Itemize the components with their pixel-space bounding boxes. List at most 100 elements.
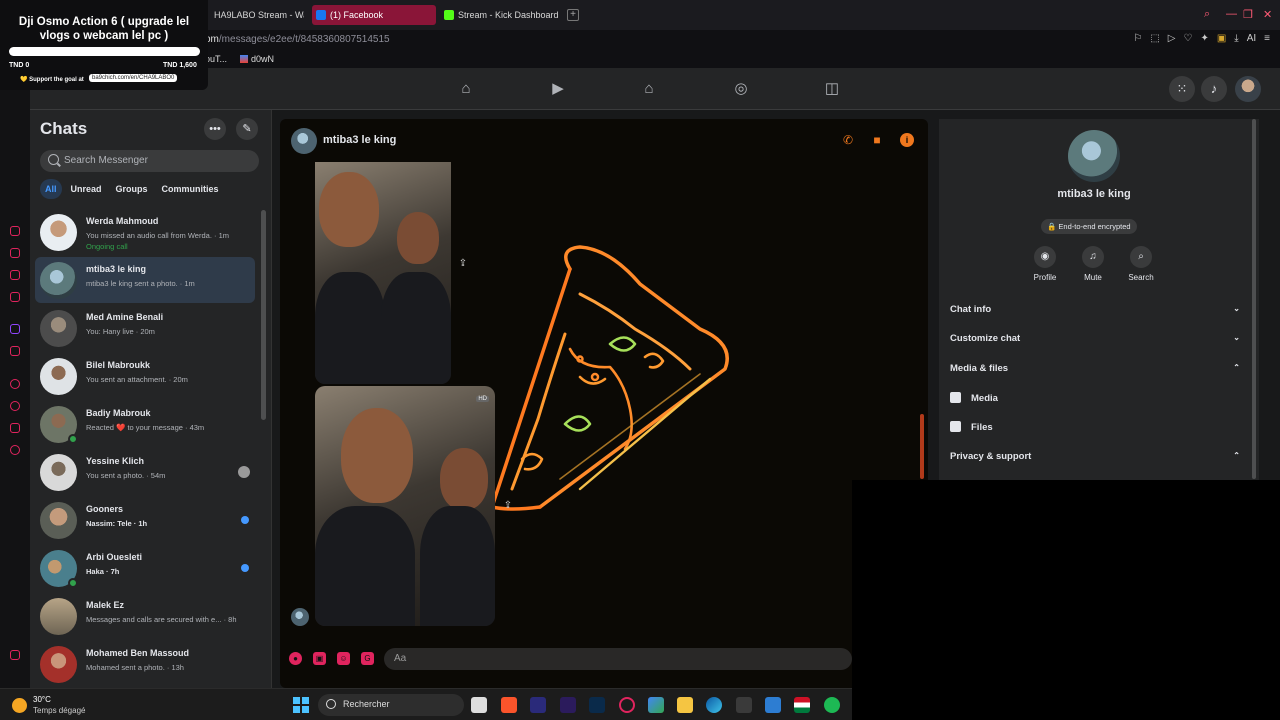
snapshot-icon[interactable]: ⬚ bbox=[1150, 33, 1159, 44]
conversation-item[interactable]: mtiba3 le king mtiba3 le king sent a pho… bbox=[35, 257, 255, 303]
sidebar-percent-icon[interactable] bbox=[10, 346, 20, 356]
filter-unread[interactable]: Unread bbox=[66, 179, 107, 199]
sidebar-workspace-icon[interactable] bbox=[10, 248, 20, 258]
video-call-icon[interactable]: ■ bbox=[870, 133, 884, 147]
flag-icon[interactable] bbox=[794, 697, 810, 713]
heart-icon[interactable]: ♡ bbox=[1183, 33, 1192, 44]
conversation-item[interactable]: Werda Mahmoud You missed an audio call f… bbox=[35, 209, 255, 255]
message-input[interactable]: Aa bbox=[384, 648, 852, 670]
edge-icon[interactable] bbox=[706, 697, 722, 713]
app-icon[interactable] bbox=[648, 697, 664, 713]
new-message-icon[interactable]: ✎ bbox=[236, 118, 258, 140]
minimize-icon[interactable]: — bbox=[1226, 8, 1237, 20]
gif-icon[interactable]: G bbox=[361, 652, 374, 665]
photoshop-icon[interactable] bbox=[589, 697, 605, 713]
contact-avatar[interactable] bbox=[1068, 130, 1120, 182]
conversation-item[interactable]: Bilel Mabroukk You sent an attachment. ·… bbox=[35, 353, 255, 399]
close-icon[interactable]: ✕ bbox=[1263, 8, 1272, 21]
conversation-item[interactable]: Gooners Nassim: Tele · 1h bbox=[35, 497, 255, 543]
photo-message[interactable] bbox=[315, 162, 451, 384]
tab-facebook[interactable]: (1) Facebook bbox=[312, 5, 436, 25]
sidebar-messenger-icon[interactable] bbox=[10, 226, 20, 236]
section-privacy-support[interactable]: Privacy & support ⌃ bbox=[950, 451, 1240, 462]
tab-stream-watch[interactable]: HA9LABO Stream - Watc bbox=[196, 5, 304, 25]
menu-grid-icon[interactable]: ⁙ bbox=[1169, 76, 1195, 102]
twitch-icon[interactable] bbox=[10, 324, 20, 334]
after-effects-icon[interactable] bbox=[560, 697, 576, 713]
filter-communities[interactable]: Communities bbox=[157, 179, 224, 199]
conversation-item[interactable]: Med Amine Benali You: Hany live · 20m bbox=[35, 305, 255, 351]
contact-avatar[interactable] bbox=[291, 128, 317, 154]
wallet-icon[interactable]: ▣ bbox=[1217, 33, 1226, 44]
premiere-icon[interactable] bbox=[530, 697, 546, 713]
folder-icon[interactable] bbox=[677, 697, 693, 713]
settings-icon[interactable] bbox=[10, 445, 20, 455]
player-icon[interactable] bbox=[10, 379, 20, 389]
opera-gx-icon[interactable] bbox=[619, 697, 635, 713]
conversation-item[interactable]: Malek Ez Messages and calls are secured … bbox=[35, 593, 255, 639]
app-icon[interactable] bbox=[765, 697, 781, 713]
encryption-badge: 🔒 End-to-end encrypted bbox=[1041, 219, 1137, 234]
section-customize-chat[interactable]: Customize chat ⌄ bbox=[950, 333, 1240, 344]
download-icon[interactable]: ⤓ bbox=[1234, 33, 1238, 44]
notifications-icon[interactable]: ♪ bbox=[1201, 76, 1227, 102]
video-icon[interactable]: ▶ bbox=[549, 80, 567, 98]
sidebar-extension-icon[interactable] bbox=[10, 423, 20, 433]
conversation-item[interactable]: Arbi Ouesleti Haka · 7h bbox=[35, 545, 255, 591]
file-explorer-icon[interactable] bbox=[471, 697, 487, 713]
image-icon[interactable]: ▣ bbox=[313, 652, 326, 665]
filter-groups[interactable]: Groups bbox=[111, 179, 153, 199]
conversation-item[interactable]: Badiy Mabrouk Reacted ❤️ to your message… bbox=[35, 401, 255, 447]
ai-button[interactable]: AI bbox=[1247, 33, 1256, 44]
bookmark-item[interactable]: d0wN bbox=[240, 54, 274, 64]
sidebar-mail-icon[interactable] bbox=[10, 292, 20, 302]
menu-icon[interactable]: ≡ bbox=[1264, 33, 1270, 44]
section-chat-info[interactable]: Chat info ⌄ bbox=[950, 304, 1240, 315]
audio-call-icon[interactable]: ✆ bbox=[841, 133, 855, 147]
media-item[interactable]: Media bbox=[950, 392, 998, 404]
bookmark-icon[interactable]: ⚐ bbox=[1133, 33, 1142, 44]
conversation-name: Badiy Mabrouk bbox=[86, 408, 151, 418]
home-icon[interactable]: ⌂ bbox=[457, 80, 475, 98]
contact-name[interactable]: mtiba3 le king bbox=[323, 134, 396, 146]
maximize-icon[interactable]: ❐ bbox=[1243, 8, 1253, 21]
info-icon[interactable]: i bbox=[900, 133, 914, 147]
gx-icon[interactable] bbox=[10, 650, 20, 660]
search-messenger[interactable]: Search Messenger bbox=[40, 150, 259, 172]
bookmark-item[interactable]: ouT... bbox=[205, 54, 227, 64]
more-options-icon[interactable]: ••• bbox=[204, 118, 226, 140]
section-media-files[interactable]: Media & files ⌃ bbox=[950, 363, 1240, 374]
url-text[interactable]: om/messages/e2ee/t/8458360807514515 bbox=[205, 34, 390, 45]
account-avatar[interactable] bbox=[1235, 76, 1261, 102]
share-icon[interactable]: ⇪ bbox=[456, 257, 470, 271]
search-button[interactable]: ⌕ Search bbox=[1123, 246, 1159, 282]
groups-icon[interactable]: ◎ bbox=[732, 80, 750, 98]
extension-icon[interactable]: ✦ bbox=[1200, 33, 1208, 44]
gaming-icon[interactable]: ◫ bbox=[823, 80, 841, 98]
profile-button[interactable]: ◉ Profile bbox=[1027, 246, 1063, 282]
history-icon[interactable] bbox=[10, 401, 20, 411]
app-icon[interactable] bbox=[736, 697, 752, 713]
conversation-scrollbar[interactable] bbox=[920, 414, 924, 479]
conversation-item[interactable]: Mohamed Ben Massoud Mohamed sent a photo… bbox=[35, 641, 255, 687]
new-tab-button[interactable]: + bbox=[567, 9, 579, 21]
brave-icon[interactable] bbox=[501, 697, 517, 713]
marketplace-icon[interactable]: ⌂ bbox=[640, 80, 658, 98]
sticker-icon[interactable]: ☺ bbox=[337, 652, 350, 665]
tab-kick-dashboard[interactable]: Stream - Kick Dashboard bbox=[440, 5, 562, 25]
taskbar-search[interactable]: Rechercher bbox=[318, 694, 464, 716]
play-icon[interactable]: ▷ bbox=[1168, 33, 1176, 44]
conversation-item[interactable]: Yessine Klich You sent a photo. · 54m bbox=[35, 449, 255, 495]
start-button[interactable] bbox=[293, 697, 309, 713]
share-icon[interactable]: ⇪ bbox=[501, 499, 515, 513]
photo-message[interactable]: HD bbox=[315, 386, 495, 626]
info-panel-scrollbar[interactable] bbox=[1252, 119, 1256, 479]
sidebar-chat-icon[interactable] bbox=[10, 270, 20, 280]
filter-all[interactable]: All bbox=[40, 179, 62, 199]
spotify-icon[interactable] bbox=[824, 697, 840, 713]
microphone-icon[interactable]: ● bbox=[289, 652, 302, 665]
chat-list-scrollbar[interactable] bbox=[261, 210, 266, 420]
search-icon[interactable]: ⌕ bbox=[1204, 8, 1210, 21]
files-item[interactable]: Files bbox=[950, 421, 993, 433]
mute-button[interactable]: ♫ Mute bbox=[1075, 246, 1111, 282]
